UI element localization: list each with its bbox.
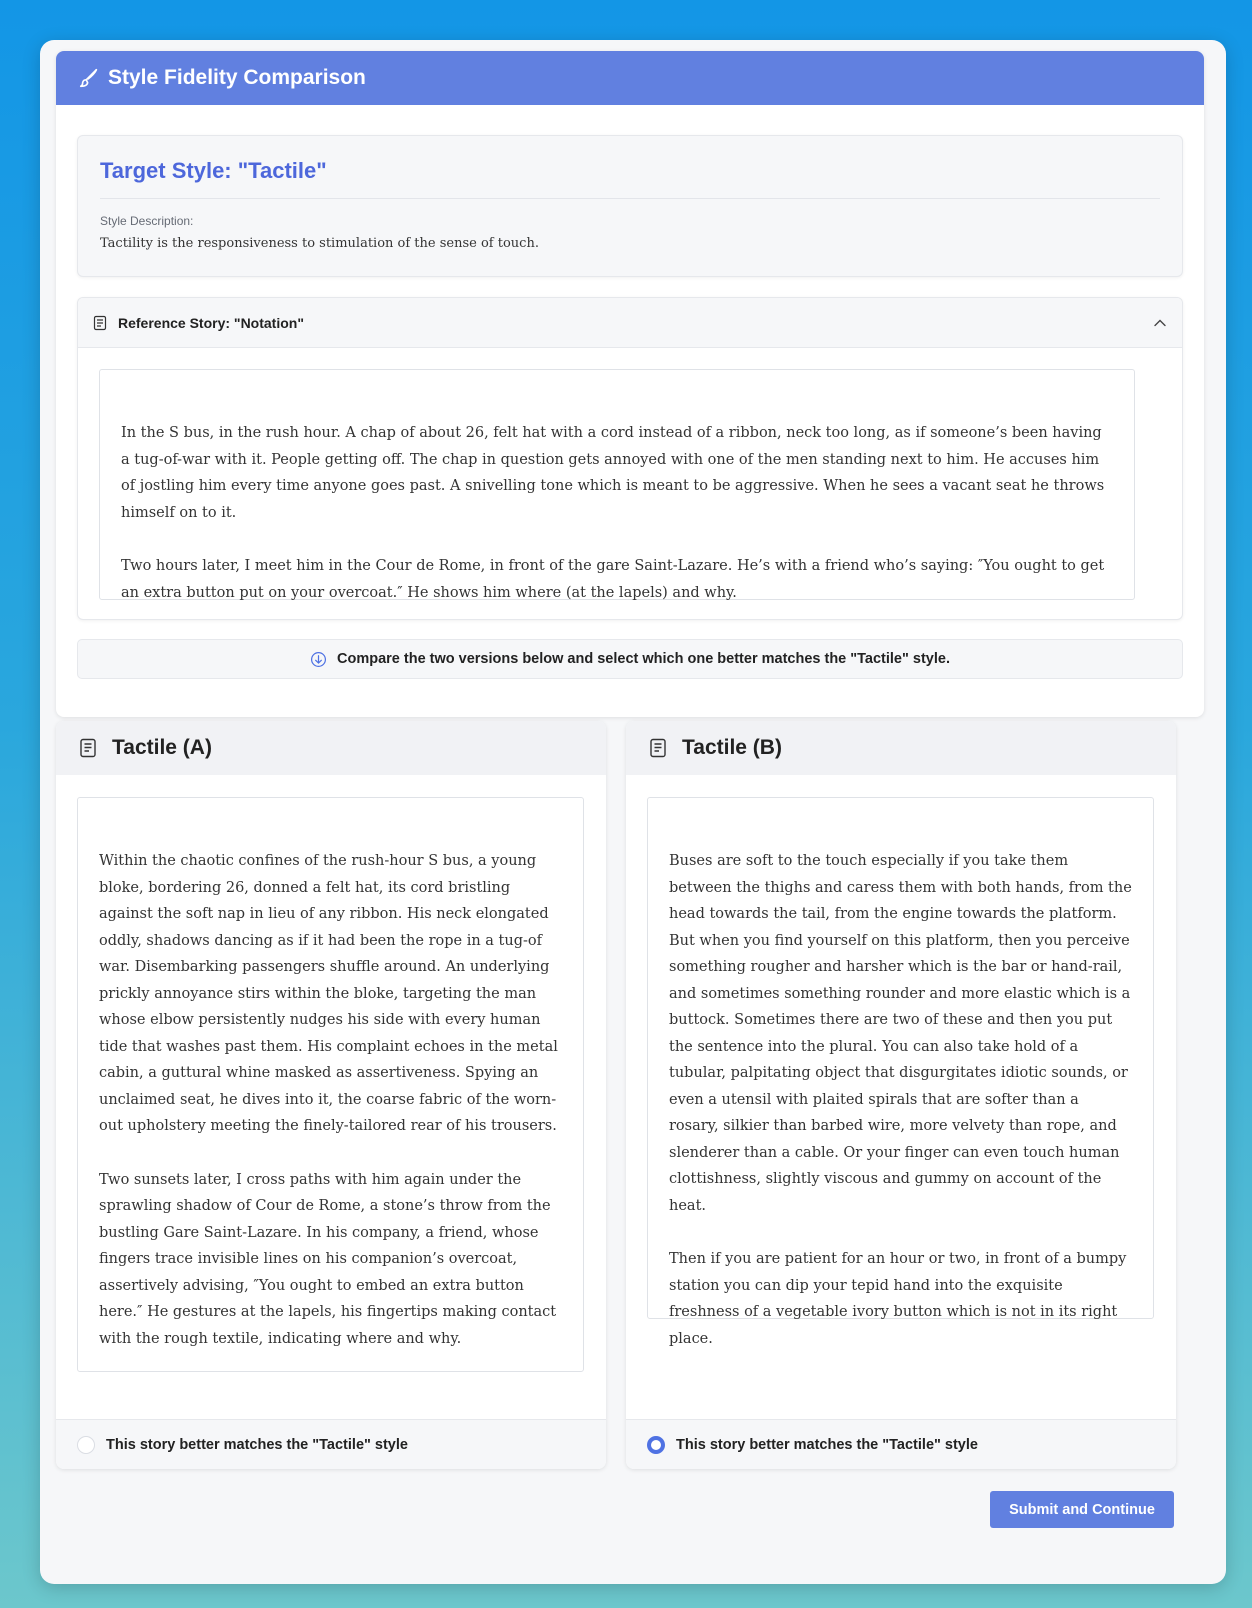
story-a-header: Tactile (A)	[56, 721, 606, 775]
instruction-bar: Compare the two versions below and selec…	[77, 639, 1183, 679]
paintbrush-icon	[79, 68, 98, 88]
story-b-choice-label: This story better matches the "Tactile" …	[676, 1436, 978, 1453]
reference-story-text: In the S bus, in the rush hour. A chap o…	[99, 369, 1135, 601]
document-icon	[93, 315, 107, 330]
story-b-radio[interactable]	[647, 1435, 665, 1454]
story-a-title: Tactile (A)	[112, 736, 212, 759]
reference-paragraph: Two hours later, I meet him in the Cour …	[121, 558, 1105, 601]
story-a-paragraph: Within the chaotic confines of the rush-…	[99, 853, 558, 1134]
story-b-paragraph: Then if you are patient for an hour or t…	[669, 1251, 1127, 1347]
story-card-b: Tactile (B) Buses are soft to the touch …	[626, 721, 1176, 1469]
reference-story-panel: Reference Story: "Notation" In the S bus…	[77, 297, 1183, 620]
target-style-box: Target Style: "Tactile" Style Descriptio…	[77, 135, 1183, 277]
reference-story-title: Reference Story: "Notation"	[118, 314, 304, 331]
story-a-choice[interactable]: This story better matches the "Tactile" …	[56, 1419, 606, 1469]
story-a-radio[interactable]	[77, 1435, 95, 1454]
arrow-down-circle-icon	[310, 651, 327, 667]
reference-paragraph: In the S bus, in the rush hour. A chap o…	[121, 425, 1105, 521]
story-b-choice[interactable]: This story better matches the "Tactile" …	[626, 1419, 1176, 1469]
document-icon	[80, 738, 96, 758]
panel-header: Style Fidelity Comparison	[56, 51, 1204, 105]
reference-story-toggle[interactable]: Reference Story: "Notation"	[78, 298, 1182, 348]
style-description: Tactility is the responsiveness to stimu…	[100, 236, 539, 251]
document-icon	[650, 738, 666, 758]
story-b-text: Buses are soft to the touch especially i…	[647, 797, 1154, 1347]
story-a-choice-label: This story better matches the "Tactile" …	[106, 1436, 408, 1453]
submit-button[interactable]: Submit and Continue	[990, 1491, 1174, 1528]
page-title: Style Fidelity Comparison	[108, 66, 366, 89]
style-description-label: Style Description:	[100, 214, 194, 228]
story-a-paragraph: Two sunsets later, I cross paths with hi…	[99, 1171, 557, 1347]
chevron-up-icon[interactable]	[1152, 315, 1168, 331]
story-card-a: Tactile (A) Within the chaotic confines …	[56, 721, 606, 1469]
style-panel: Style Fidelity Comparison Target Style: …	[56, 51, 1204, 717]
story-a-text: Within the chaotic confines of the rush-…	[77, 797, 584, 1372]
story-b-paragraph: Buses are soft to the touch especially i…	[669, 853, 1132, 1214]
main-card: Style Fidelity Comparison Target Style: …	[40, 40, 1226, 1584]
story-b-header: Tactile (B)	[626, 721, 1176, 775]
target-style-title: Target Style: "Tactile"	[100, 136, 1160, 199]
instruction-text: Compare the two versions below and selec…	[337, 651, 950, 667]
story-b-title: Tactile (B)	[682, 736, 782, 759]
